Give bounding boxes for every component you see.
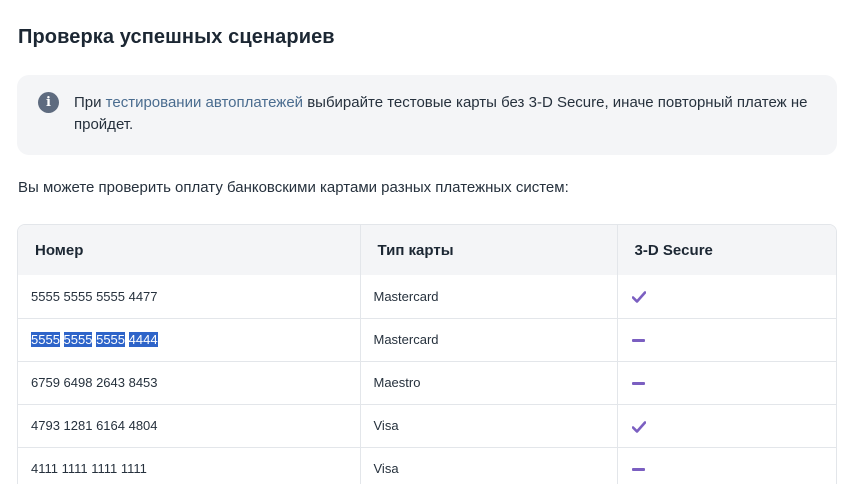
selected-text[interactable]: 5555 — [63, 332, 93, 347]
card-type: Mastercard — [360, 275, 618, 318]
secure-cell — [617, 275, 836, 318]
table-row: 5555 5555 5555 4444 Mastercard — [18, 317, 836, 361]
table-row: 4111 1111 1111 1111 Visa — [18, 446, 836, 484]
dash-icon — [631, 339, 645, 343]
card-number[interactable]: 5555 5555 5555 4477 — [18, 275, 361, 318]
dash-icon — [631, 382, 645, 386]
info-notice: i При тестировании автоплатежей выбирайт… — [17, 75, 837, 155]
check-icon — [631, 420, 646, 433]
card-number[interactable]: 4111 1111 1111 1111 — [18, 446, 361, 484]
card-type: Mastercard — [360, 317, 618, 361]
card-number[interactable]: 5555 5555 5555 4444 — [18, 317, 361, 361]
header-number: Номер — [18, 225, 361, 275]
check-icon — [631, 291, 646, 304]
autopayment-testing-link[interactable]: тестировании автоплатежей — [106, 94, 303, 111]
secure-cell — [617, 403, 836, 447]
card-number[interactable]: 4793 1281 6164 4804 — [18, 403, 361, 447]
test-cards-table: Номер Тип карты 3-D Secure 5555 5555 555… — [17, 224, 837, 484]
table-row: 5555 5555 5555 4477 Mastercard — [18, 275, 836, 318]
page-title: Проверка успешных сценариев — [18, 26, 335, 48]
table-row: 6759 6498 2643 8453 Maestro — [18, 360, 836, 404]
card-number[interactable]: 6759 6498 2643 8453 — [18, 360, 361, 404]
secure-cell — [617, 446, 836, 484]
card-type: Visa — [360, 446, 618, 484]
intro-text: Вы можете проверить оплату банковскими к… — [18, 179, 569, 196]
selected-text[interactable]: 5555 — [31, 332, 60, 347]
selected-text[interactable]: 5555 — [96, 332, 126, 347]
notice-text: При тестировании автоплатежей выбирайте … — [74, 92, 814, 136]
dash-icon — [631, 468, 645, 472]
info-icon: i — [38, 92, 59, 113]
notice-prefix: При — [74, 94, 106, 111]
card-type: Visa — [360, 403, 618, 447]
header-card-type: Тип карты — [360, 225, 618, 275]
page: Проверка успешных сценариев i При тестир… — [0, 0, 861, 484]
table-header-row: Номер Тип карты 3-D Secure — [18, 225, 836, 275]
header-3ds: 3-D Secure — [617, 225, 836, 275]
secure-cell — [617, 317, 836, 361]
card-type: Maestro — [360, 360, 618, 404]
selected-text[interactable]: 4444 — [128, 332, 158, 347]
table-row: 4793 1281 6164 4804 Visa — [18, 403, 836, 447]
secure-cell — [617, 360, 836, 404]
